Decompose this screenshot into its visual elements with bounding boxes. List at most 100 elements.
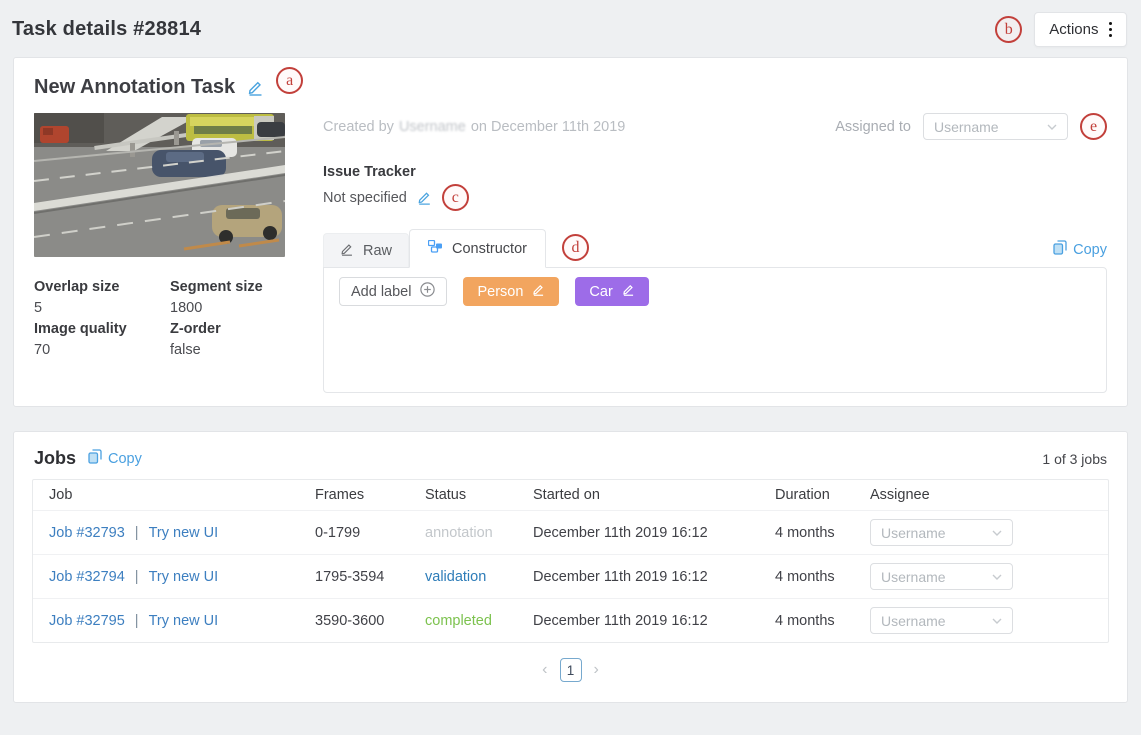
callout-d: d — [562, 234, 589, 261]
created-prefix: Created by — [323, 119, 394, 135]
duration-cell: 4 months — [775, 569, 870, 585]
jobs-card: Jobs Copy 1 of 3 jobs Job Frames Status … — [13, 431, 1128, 703]
job-assignee-select[interactable]: Username — [870, 563, 1013, 590]
assignee-select-value: Username — [934, 119, 999, 135]
job-link[interactable]: Job #32795 — [49, 613, 125, 629]
task-preview-image — [34, 113, 285, 257]
task-parameters: Overlap size 5 Segment size 1800 Image q… — [34, 277, 285, 361]
add-label-button[interactable]: Add label — [339, 277, 447, 306]
try-new-ui-link[interactable]: Try new UI — [149, 569, 219, 585]
created-username: Username — [399, 119, 466, 135]
callout-a: a — [276, 67, 303, 94]
pagination-page-1[interactable]: 1 — [560, 658, 582, 682]
created-by-text: Created by Username on December 11th 201… — [323, 119, 625, 135]
link-divider: | — [135, 525, 139, 541]
task-card: New Annotation Task a — [13, 57, 1128, 407]
tab-constructor[interactable]: Constructor — [409, 229, 546, 268]
add-label-button-text: Add label — [351, 284, 411, 300]
issue-tracker-label: Issue Tracker — [323, 164, 1107, 180]
status-cell: annotation — [425, 525, 533, 541]
copy-icon — [1053, 240, 1067, 259]
task-right-column: Created by Username on December 11th 201… — [323, 113, 1107, 393]
copy-link-label: Copy — [108, 451, 142, 467]
tab-raw[interactable]: Raw — [323, 233, 409, 267]
copy-link-label: Copy — [1073, 242, 1107, 258]
job-assignee-value: Username — [881, 613, 946, 629]
edit-task-name-icon[interactable] — [247, 79, 264, 96]
label-tag-car[interactable]: Car — [575, 277, 648, 306]
chevron-down-icon — [1047, 124, 1057, 130]
job-row: Job #32793 | Try new UI 0-1799 annotatio… — [33, 510, 1108, 554]
callout-b: b — [995, 16, 1022, 43]
jobs-pagination: ‹ 1 › — [32, 658, 1109, 682]
pagination-next-button[interactable]: › — [594, 662, 599, 678]
chevron-down-icon — [992, 530, 1002, 536]
chevron-down-icon — [992, 574, 1002, 580]
started-cell: December 11th 2019 16:12 — [533, 525, 775, 541]
actions-button-label: Actions — [1049, 21, 1098, 38]
issue-tracker-value: Not specified — [323, 190, 407, 206]
assignee-select[interactable]: Username — [923, 113, 1068, 140]
job-assignee-select[interactable]: Username — [870, 607, 1013, 634]
column-assignee: Assignee — [870, 487, 1108, 503]
status-cell: completed — [425, 613, 533, 629]
parameter-image-quality: Image quality 70 — [34, 319, 170, 361]
status-cell: validation — [425, 569, 533, 585]
label-tag-person[interactable]: Person — [463, 277, 559, 306]
job-assignee-select[interactable]: Username — [870, 519, 1013, 546]
try-new-ui-link[interactable]: Try new UI — [149, 525, 219, 541]
duration-cell: 4 months — [775, 613, 870, 629]
copy-labels-link[interactable]: Copy — [1053, 240, 1107, 259]
assigned-to-group: Assigned to Username e — [835, 113, 1107, 140]
task-details-page: Task details #28814 b Actions New Annota… — [0, 0, 1141, 735]
link-divider: | — [135, 613, 139, 629]
edit-label-icon — [532, 283, 545, 300]
job-link[interactable]: Job #32793 — [49, 525, 125, 541]
parameter-label: Z-order — [170, 319, 285, 340]
created-row: Created by Username on December 11th 201… — [323, 113, 1107, 140]
edit-issue-tracker-icon[interactable] — [417, 190, 432, 205]
job-assignee-value: Username — [881, 569, 946, 585]
parameter-z-order: Z-order false — [170, 319, 285, 361]
task-name-row: New Annotation Task a — [34, 76, 1107, 99]
created-suffix: on December 11th 2019 — [471, 119, 626, 135]
frames-cell: 3590-3600 — [315, 613, 425, 629]
labels-tabs: Raw Constructor d Copy — [323, 229, 1107, 267]
label-tag-name: Car — [589, 284, 612, 300]
copy-jobs-link[interactable]: Copy — [88, 449, 142, 468]
duration-cell: 4 months — [775, 525, 870, 541]
parameter-overlap-size: Overlap size 5 — [34, 277, 170, 319]
frames-cell: 0-1799 — [315, 525, 425, 541]
parameter-label: Segment size — [170, 277, 285, 298]
pencil-icon — [340, 242, 354, 260]
plus-circle-icon — [420, 282, 435, 301]
try-new-ui-link[interactable]: Try new UI — [149, 613, 219, 629]
tab-constructor-label: Constructor — [452, 241, 527, 257]
edit-label-icon — [622, 283, 635, 300]
started-cell: December 11th 2019 16:12 — [533, 613, 775, 629]
jobs-title: Jobs — [34, 448, 76, 469]
parameter-value: 5 — [34, 298, 170, 319]
parameter-value: false — [170, 340, 285, 361]
labels-constructor-panel: Add label Person Car — [323, 267, 1107, 393]
column-started-on: Started on — [533, 487, 775, 503]
page-header: Task details #28814 b Actions — [0, 0, 1141, 57]
started-cell: December 11th 2019 16:12 — [533, 569, 775, 585]
task-left-column: Overlap size 5 Segment size 1800 Image q… — [34, 113, 285, 393]
copy-icon — [88, 449, 102, 468]
task-body: Overlap size 5 Segment size 1800 Image q… — [34, 113, 1107, 393]
page-title: Task details #28814 — [12, 18, 201, 41]
callout-c: c — [442, 184, 469, 211]
assigned-to-label: Assigned to — [835, 119, 911, 135]
jobs-header: Jobs Copy 1 of 3 jobs — [32, 446, 1109, 469]
job-assignee-value: Username — [881, 525, 946, 541]
tab-raw-label: Raw — [363, 243, 392, 259]
actions-button[interactable]: Actions — [1034, 12, 1127, 47]
more-menu-icon — [1109, 22, 1113, 38]
parameter-value: 70 — [34, 340, 170, 361]
parameter-label: Image quality — [34, 319, 170, 340]
job-link[interactable]: Job #32794 — [49, 569, 125, 585]
jobs-count: 1 of 3 jobs — [1042, 451, 1107, 467]
parameter-segment-size: Segment size 1800 — [170, 277, 285, 319]
pagination-prev-button[interactable]: ‹ — [542, 662, 547, 678]
